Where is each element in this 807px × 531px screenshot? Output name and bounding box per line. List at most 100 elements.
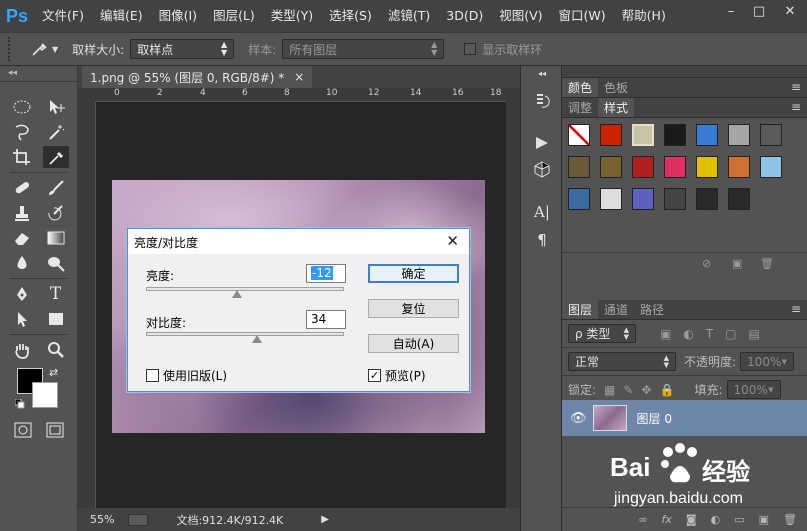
tab-channels[interactable]: 通道: [598, 300, 634, 319]
style-swatch[interactable]: [568, 156, 590, 178]
tool-preset-picker[interactable]: ▼: [30, 40, 58, 58]
panel-menu-icon[interactable]: ≡: [791, 302, 801, 316]
magic-wand-tool[interactable]: [43, 121, 69, 143]
dodge-tool[interactable]: [43, 252, 69, 274]
layer-row[interactable]: 👁 图层 0: [562, 400, 807, 436]
paragraph-panel-icon[interactable]: ¶: [529, 229, 555, 251]
layer-filter-select[interactable]: ρ 类型 ▲ ▼: [568, 324, 636, 343]
pen-tool[interactable]: [9, 283, 35, 305]
brightness-slider[interactable]: [146, 287, 344, 291]
vertical-scrollbar[interactable]: [506, 88, 520, 508]
use-legacy-checkbox[interactable]: 使用旧版(L): [146, 367, 227, 384]
sample-select[interactable]: 所有图层 ▲ ▼: [282, 39, 445, 59]
tab-paths[interactable]: 路径: [634, 300, 670, 319]
brightness-slider-thumb[interactable]: [232, 290, 243, 298]
style-swatch[interactable]: [728, 156, 750, 178]
style-swatch[interactable]: [728, 124, 750, 146]
auto-button[interactable]: 自动(A): [368, 334, 459, 353]
style-swatch[interactable]: [696, 188, 718, 210]
document-tab[interactable]: 1.png @ 55% (图层 0, RGB/8#) * ×: [82, 66, 313, 88]
sample-size-select[interactable]: 取样点 ▲ ▼: [130, 39, 235, 59]
menu-image[interactable]: 图像(I): [151, 0, 205, 32]
new-layer-icon[interactable]: ▣: [759, 513, 769, 526]
quick-mask-icon[interactable]: [14, 422, 32, 441]
ruler-corner[interactable]: [78, 88, 96, 102]
group-folder-icon[interactable]: ▭: [734, 513, 744, 526]
menu-window[interactable]: 窗口(W): [551, 0, 614, 32]
menu-edit[interactable]: 编辑(E): [92, 0, 151, 32]
tab-adjustments[interactable]: 调整: [562, 98, 598, 117]
background-color-swatch[interactable]: [32, 382, 58, 408]
options-grip[interactable]: [8, 37, 16, 61]
filter-pixel-icon[interactable]: ▣: [660, 327, 671, 341]
tab-swatches[interactable]: 色板: [598, 78, 634, 97]
3d-panel-icon[interactable]: [529, 158, 555, 180]
zoom-level[interactable]: 55%: [90, 513, 114, 526]
history-panel-icon[interactable]: [529, 90, 555, 112]
lock-paint-icon[interactable]: ✎: [623, 383, 633, 397]
minimize-button[interactable]: –: [717, 0, 745, 22]
maximize-button[interactable]: □: [745, 0, 773, 22]
healing-brush-tool[interactable]: [9, 177, 35, 199]
screen-mode-icon[interactable]: [46, 422, 64, 441]
panel-grip[interactable]: [562, 66, 807, 78]
style-swatch[interactable]: [568, 188, 590, 210]
style-swatch[interactable]: [664, 188, 686, 210]
actions-play-icon[interactable]: [529, 132, 555, 154]
eye-icon[interactable]: 👁: [570, 411, 587, 426]
style-swatch[interactable]: [664, 156, 686, 178]
zoom-tool[interactable]: [43, 339, 69, 361]
hand-tool[interactable]: [9, 339, 35, 361]
gradient-tool[interactable]: [43, 227, 69, 249]
style-swatch[interactable]: [632, 124, 654, 146]
menu-type[interactable]: 类型(Y): [263, 0, 321, 32]
style-swatch[interactable]: [696, 124, 718, 146]
vertical-ruler[interactable]: [78, 102, 96, 508]
brush-tool[interactable]: [43, 177, 69, 199]
style-swatch[interactable]: [600, 188, 622, 210]
menu-3d[interactable]: 3D(D): [438, 0, 491, 32]
tab-color[interactable]: 颜色: [562, 78, 599, 97]
filter-type-icon[interactable]: T: [706, 327, 713, 341]
eyedropper-tool[interactable]: [42, 146, 69, 168]
tab-styles[interactable]: 样式: [598, 98, 635, 117]
crop-tool[interactable]: [9, 146, 35, 168]
lock-all-icon[interactable]: 🔒: [660, 383, 675, 397]
menu-view[interactable]: 视图(V): [491, 0, 550, 32]
layer-thumbnail[interactable]: [592, 405, 627, 431]
lasso-tool[interactable]: [9, 121, 35, 143]
horizontal-ruler[interactable]: 0 2 4 6 8 10 12 14 16 18: [96, 88, 506, 102]
menu-file[interactable]: 文件(F): [34, 0, 92, 32]
swap-colors-icon[interactable]: ⇄: [49, 366, 58, 379]
show-sampling-ring-checkbox[interactable]: 显示取样环: [464, 41, 542, 58]
style-swatch[interactable]: [632, 188, 654, 210]
close-window-button[interactable]: ✕: [773, 0, 807, 22]
opacity-input[interactable]: 100% ▼: [740, 352, 795, 371]
preview-checkbox[interactable]: ✓ 预览(P): [368, 367, 426, 384]
trash-icon[interactable]: 🗑: [760, 257, 774, 270]
style-swatch[interactable]: [728, 188, 750, 210]
style-swatch[interactable]: [600, 124, 622, 146]
panel-menu-icon[interactable]: ≡: [791, 80, 801, 94]
reset-button[interactable]: 复位: [368, 299, 459, 318]
lock-transparent-icon[interactable]: ▦: [604, 383, 615, 397]
contrast-slider[interactable]: [146, 332, 344, 336]
no-style-icon[interactable]: ⊘: [702, 257, 711, 270]
ok-button[interactable]: 确定: [368, 264, 459, 283]
style-swatch[interactable]: [568, 124, 590, 146]
menu-layer[interactable]: 图层(L): [205, 0, 263, 32]
link-layers-icon[interactable]: ∞: [638, 513, 647, 526]
lock-position-icon[interactable]: ✥: [641, 383, 651, 397]
marquee-tool[interactable]: [9, 96, 35, 118]
contrast-slider-thumb[interactable]: [251, 335, 262, 343]
style-swatch[interactable]: [632, 156, 654, 178]
brightness-input[interactable]: -12: [306, 264, 346, 283]
clone-stamp-tool[interactable]: [9, 202, 35, 224]
character-panel-icon[interactable]: A|: [529, 201, 555, 223]
play-arrow-icon[interactable]: ▶: [321, 514, 329, 525]
blend-mode-select[interactable]: 正常 ▲ ▼: [568, 352, 676, 371]
history-brush-tool[interactable]: [43, 202, 69, 224]
style-swatch[interactable]: [600, 156, 622, 178]
dock-collapse[interactable]: ◂◂: [529, 68, 555, 78]
filter-shape-icon[interactable]: ▢: [725, 327, 736, 341]
